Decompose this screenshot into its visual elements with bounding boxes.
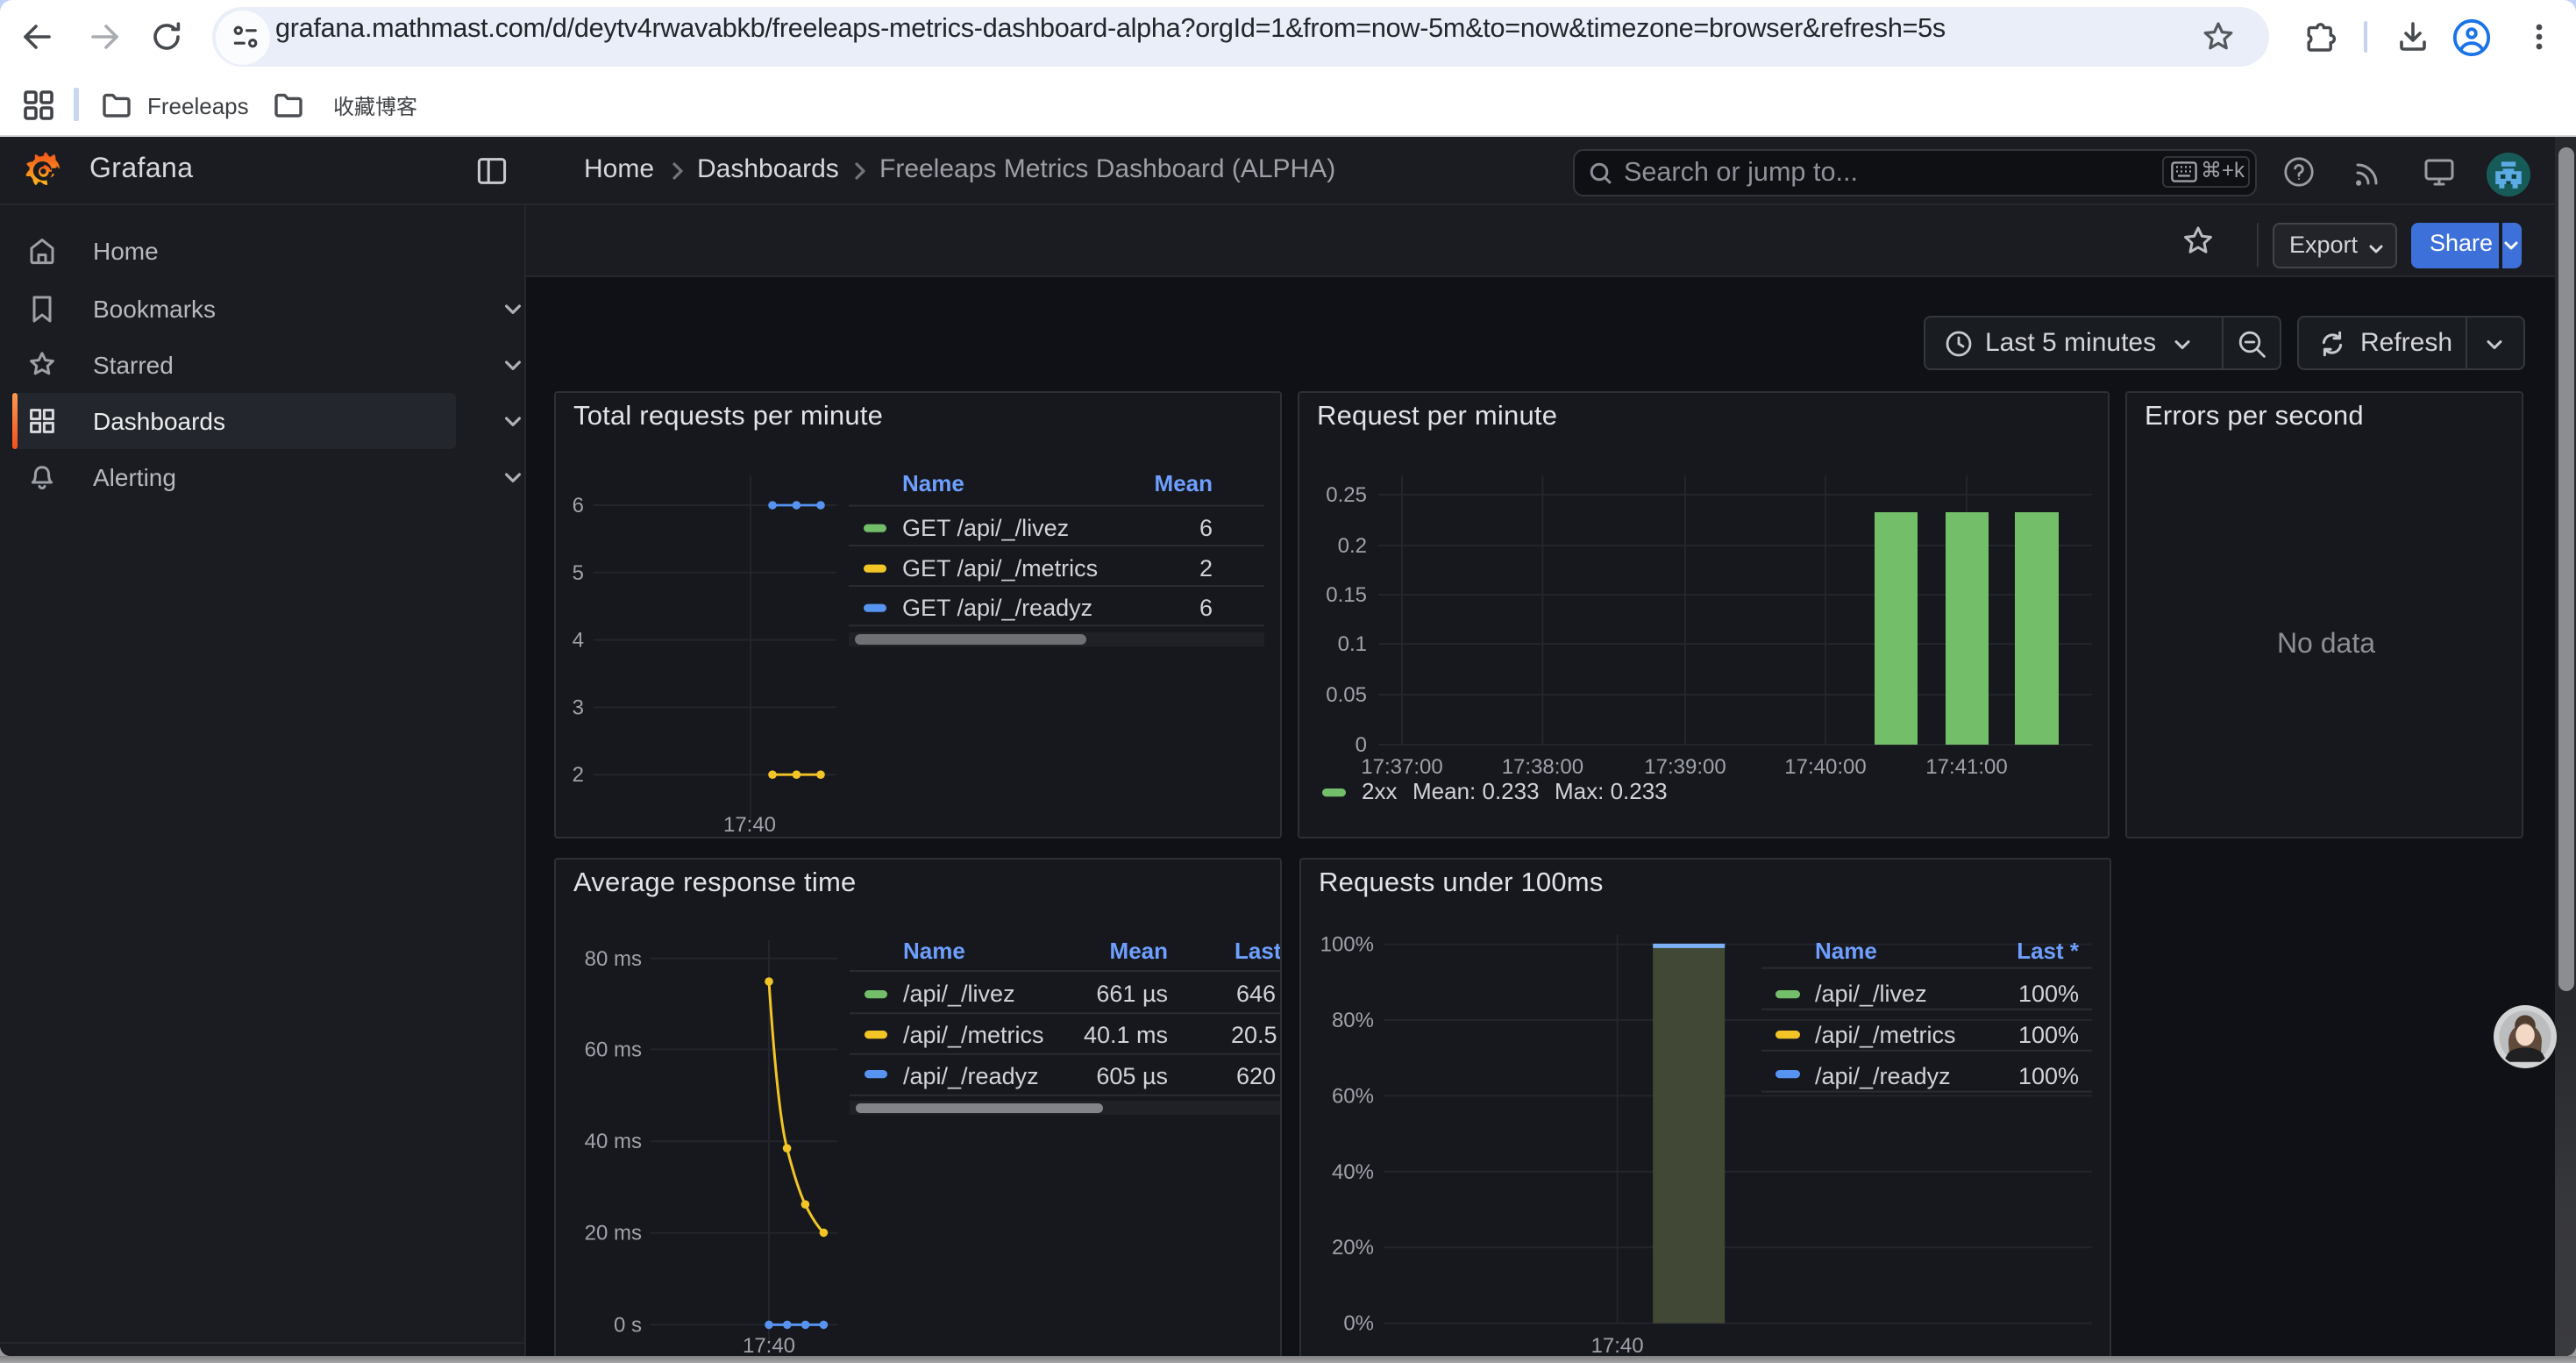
svg-text:0.2: 0.2 [1338, 534, 1367, 558]
svg-text:6: 6 [1199, 595, 1213, 621]
svg-text:20 ms: 20 ms [585, 1222, 642, 1245]
svg-text:60%: 60% [1332, 1084, 1374, 1108]
svg-text:Mean: 0.233: Mean: 0.233 [1413, 778, 1540, 804]
svg-text:6: 6 [573, 494, 584, 517]
svg-text:2: 2 [1199, 555, 1213, 582]
svg-text:17:37:00: 17:37:00 [1361, 755, 1442, 779]
svg-text:0%: 0% [1343, 1312, 1374, 1336]
svg-text:/api/_/livez: /api/_/livez [1815, 981, 1927, 1007]
svg-text:2xx: 2xx [1362, 778, 1397, 804]
svg-text:20.5 ms: 20.5 ms [1231, 1022, 1280, 1048]
svg-text:40 ms: 40 ms [585, 1130, 642, 1153]
svg-text:100%: 100% [2018, 981, 2079, 1007]
svg-text:Name: Name [1815, 938, 1877, 964]
svg-text:80 ms: 80 ms [585, 947, 642, 971]
svg-text:17:40:00: 17:40:00 [1784, 755, 1866, 779]
svg-text:0.1: 0.1 [1338, 632, 1367, 656]
svg-text:/api/_/readyz: /api/_/readyz [1815, 1063, 1951, 1089]
svg-text:17:40: 17:40 [723, 813, 776, 837]
svg-text:/api/_/readyz: /api/_/readyz [903, 1063, 1039, 1089]
svg-text:Last *: Last * [1235, 938, 1280, 964]
svg-text:17:38:00: 17:38:00 [1502, 755, 1583, 779]
svg-text:Max: 0.233: Max: 0.233 [1555, 778, 1668, 804]
svg-text:GET /api/_/readyz: GET /api/_/readyz [902, 595, 1092, 621]
svg-text:2: 2 [573, 763, 584, 787]
svg-text:0.25: 0.25 [1326, 483, 1367, 507]
svg-text:Mean: Mean [1110, 938, 1168, 964]
svg-text:17:40: 17:40 [743, 1334, 795, 1354]
svg-text:100%: 100% [1320, 933, 1374, 957]
svg-text:3: 3 [573, 696, 584, 719]
svg-text:60 ms: 60 ms [585, 1038, 642, 1061]
svg-text:GET /api/_/metrics: GET /api/_/metrics [902, 555, 1098, 582]
svg-text:40%: 40% [1332, 1160, 1374, 1184]
svg-text:GET /api/_/livez: GET /api/_/livez [902, 515, 1069, 541]
svg-text:40.1 ms: 40.1 ms [1084, 1022, 1168, 1048]
svg-text:Name: Name [902, 470, 964, 496]
svg-text:0.05: 0.05 [1326, 683, 1367, 707]
svg-text:Mean: Mean [1155, 470, 1213, 496]
svg-text:6: 6 [1199, 515, 1213, 541]
svg-text:605 µs: 605 µs [1096, 1063, 1168, 1089]
svg-text:661 µs: 661 µs [1096, 981, 1168, 1007]
svg-text:Last *: Last * [2017, 938, 2080, 964]
svg-text:620: 620 [1236, 1063, 1276, 1089]
svg-text:0: 0 [1356, 733, 1367, 757]
svg-text:646: 646 [1236, 981, 1276, 1007]
svg-text:17:39:00: 17:39:00 [1644, 755, 1726, 779]
svg-text:100%: 100% [2018, 1022, 2079, 1048]
svg-text:17:40: 17:40 [1591, 1334, 1644, 1354]
svg-text:4: 4 [573, 629, 584, 653]
svg-text:5: 5 [573, 561, 584, 585]
svg-text:100%: 100% [2018, 1063, 2079, 1089]
svg-text:/api/_/metrics: /api/_/metrics [903, 1022, 1044, 1048]
svg-text:20%: 20% [1332, 1236, 1374, 1260]
svg-text:0.15: 0.15 [1326, 583, 1367, 607]
svg-text:17:41:00: 17:41:00 [1925, 755, 2007, 779]
svg-text:80%: 80% [1332, 1009, 1374, 1032]
svg-text:/api/_/metrics: /api/_/metrics [1815, 1022, 1956, 1048]
svg-text:Name: Name [903, 938, 965, 964]
svg-text:/api/_/livez: /api/_/livez [903, 981, 1015, 1007]
svg-text:0 s: 0 s [614, 1313, 642, 1337]
